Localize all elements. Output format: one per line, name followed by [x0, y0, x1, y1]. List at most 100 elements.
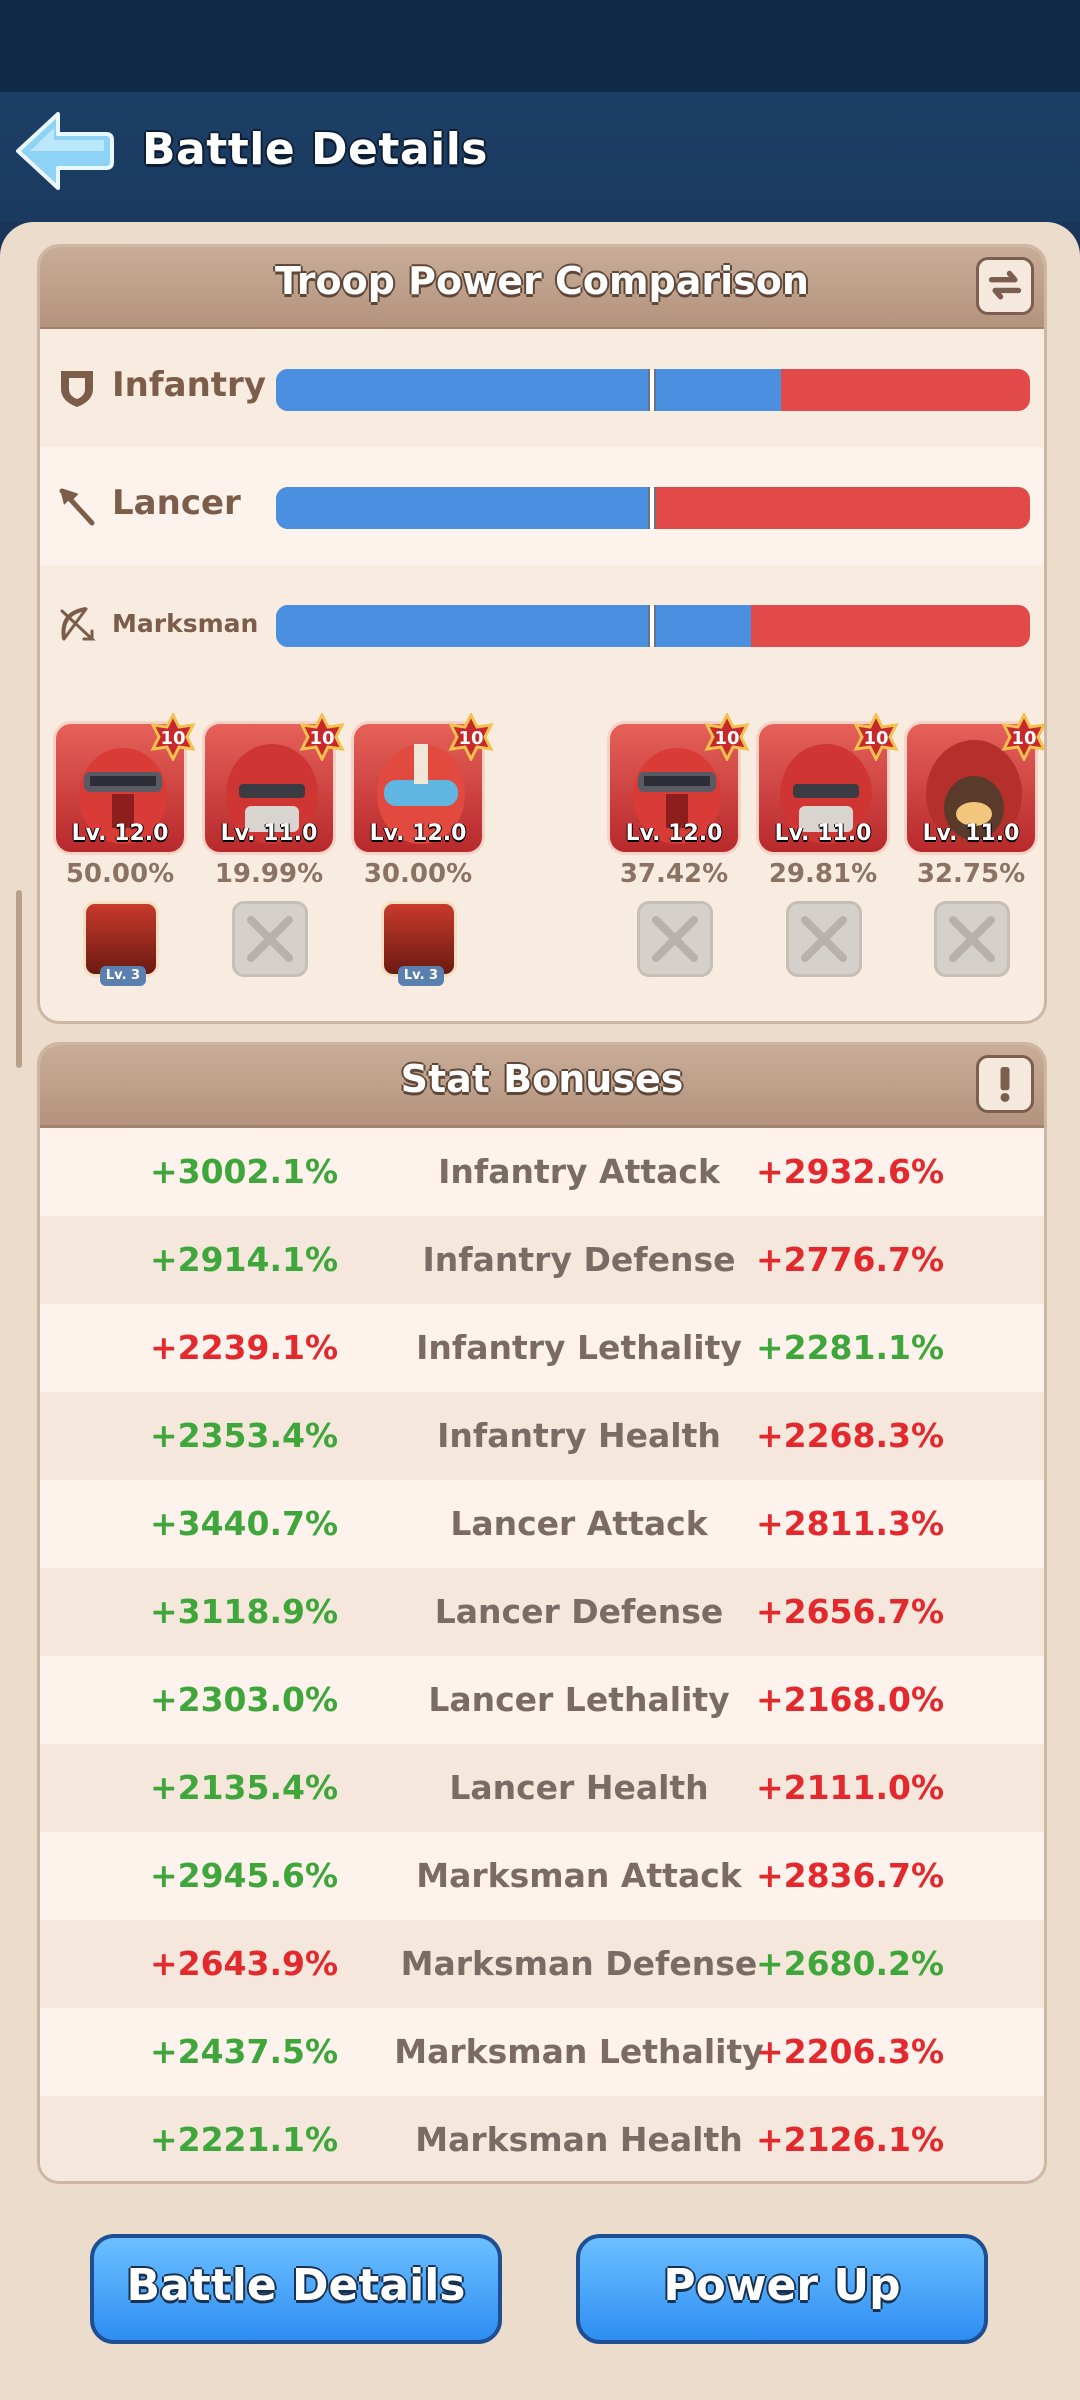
ally-stat-value: +2437.5%: [149, 2032, 339, 2071]
enemy-stat-value: +2836.7%: [755, 1856, 945, 1895]
empty-equipment-slot[interactable]: [786, 901, 862, 977]
stat-row: +2914.1% Infantry Defense +2776.7%: [40, 1216, 1044, 1304]
empty-equipment-slot[interactable]: [232, 901, 308, 977]
star-badge-icon: 10: [448, 713, 494, 761]
ally-stat-value: +2239.1%: [149, 1328, 339, 1367]
scrollbar[interactable]: [16, 890, 22, 1068]
star-count: 10: [458, 728, 483, 749]
ally-stat-value: +2945.6%: [149, 1856, 339, 1895]
battle-details-button[interactable]: Battle Details: [90, 2234, 502, 2344]
enemy-stat-value: +2168.0%: [755, 1680, 945, 1719]
stat-row: +2643.9% Marksman Defense +2680.2%: [40, 1920, 1044, 2008]
bar-midpoint: [648, 605, 656, 647]
enemy-stat-value: +2206.3%: [755, 2032, 945, 2071]
ally-stat-value: +2303.0%: [149, 1680, 339, 1719]
star-badge-icon: 10: [1001, 713, 1044, 761]
enemy-stat-value: +2268.3%: [755, 1416, 945, 1455]
equipment-slot[interactable]: Lv. 3: [83, 901, 159, 986]
ally-stat-value: +2353.4%: [149, 1416, 339, 1455]
power-bar: [276, 487, 1030, 529]
hero-level: Lv. 11.0: [922, 821, 1020, 846]
bow-icon: [60, 607, 96, 641]
power-up-button[interactable]: Power Up: [576, 2234, 988, 2344]
stat-row: +2437.5% Marksman Lethality +2206.3%: [40, 2008, 1044, 2096]
equipment-slot[interactable]: Lv. 3: [381, 901, 457, 986]
enemy-stat-value: +2776.7%: [755, 1240, 945, 1279]
hero-percent: 29.81%: [768, 859, 878, 889]
troop-row-lancer: Lancer: [40, 447, 1044, 565]
button-label: Battle Details: [126, 2260, 466, 2311]
star-count: 10: [1011, 728, 1036, 749]
stat-row: +2303.0% Lancer Lethality +2168.0%: [40, 1656, 1044, 1744]
hero-level: Lv. 12.0: [625, 821, 723, 846]
enemy-stat-value: +2932.6%: [755, 1152, 945, 1191]
star-count: 10: [160, 728, 185, 749]
enemy-stat-value: +2111.0%: [755, 1768, 945, 1807]
swap-button[interactable]: [976, 257, 1034, 315]
stat-row: +2221.1% Marksman Health +2126.1%: [40, 2096, 1044, 2181]
enemy-stat-value: +2281.1%: [755, 1328, 945, 1367]
header: Battle Details: [0, 92, 1080, 222]
stat-row: +3118.9% Lancer Defense +2656.7%: [40, 1568, 1044, 1656]
back-arrow-icon[interactable]: [14, 110, 114, 192]
hero-percent: 32.75%: [916, 859, 1026, 889]
troop-label: Infantry: [112, 365, 266, 405]
crossed-swords-icon: [949, 916, 995, 962]
ally-share: [276, 369, 782, 411]
gear-level: Lv. 3: [100, 966, 146, 986]
enemy-stat-value: +2811.3%: [755, 1504, 945, 1543]
bar-midpoint: [648, 369, 656, 411]
crossed-swords-icon: [247, 916, 293, 962]
panel-title: Troop Power Comparison: [275, 259, 809, 303]
enemy-stat-value: +2680.2%: [755, 1944, 945, 1983]
enemy-stat-value: +2126.1%: [755, 2120, 945, 2159]
star-count: 10: [863, 728, 888, 749]
gear-level: Lv. 3: [398, 966, 444, 986]
status-bar: [0, 0, 1080, 92]
stat-row: +3002.1% Infantry Attack +2932.6%: [40, 1128, 1044, 1216]
hero-percent: 37.42%: [619, 859, 729, 889]
ally-stat-value: +2221.1%: [149, 2120, 339, 2159]
empty-equipment-slot[interactable]: [637, 901, 713, 977]
star-badge-icon: 10: [853, 713, 899, 761]
info-button[interactable]: [976, 1055, 1034, 1113]
hero-level: Lv. 12.0: [71, 821, 169, 846]
troop-power-panel: Troop Power Comparison Infantry Lancer M…: [37, 244, 1047, 1024]
hero-percent: 19.99%: [214, 859, 324, 889]
shield-icon: [61, 371, 93, 407]
ally-stat-value: +2135.4%: [149, 1768, 339, 1807]
hero-level: Lv. 11.0: [774, 821, 872, 846]
hero-percent: 30.00%: [363, 859, 473, 889]
panel-header: Troop Power Comparison: [40, 247, 1044, 330]
star-badge-icon: 10: [150, 713, 196, 761]
hero-level: Lv. 11.0: [220, 821, 318, 846]
ally-stat-value: +3002.1%: [149, 1152, 339, 1191]
swap-icon: [988, 270, 1022, 300]
troop-label: Marksman: [112, 609, 259, 638]
page-title: Battle Details: [142, 124, 488, 175]
ally-stat-value: +2643.9%: [149, 1944, 339, 1983]
ally-share: [276, 605, 752, 647]
troop-row-infantry: Infantry: [40, 329, 1044, 447]
troop-label: Lancer: [112, 483, 241, 523]
star-badge-icon: 10: [299, 713, 345, 761]
lance-icon: [59, 488, 95, 526]
stat-row: +3440.7% Lancer Attack +2811.3%: [40, 1480, 1044, 1568]
panel-header: Stat Bonuses: [40, 1045, 1044, 1128]
hero-percent: 50.00%: [65, 859, 175, 889]
stat-row: +2353.4% Infantry Health +2268.3%: [40, 1392, 1044, 1480]
crossed-swords-icon: [801, 916, 847, 962]
ally-share: [276, 487, 653, 529]
enemy-stat-value: +2656.7%: [755, 1592, 945, 1631]
stat-row: +2135.4% Lancer Health +2111.0%: [40, 1744, 1044, 1832]
star-badge-icon: 10: [704, 713, 750, 761]
empty-equipment-slot[interactable]: [934, 901, 1010, 977]
ally-stat-value: +3118.9%: [149, 1592, 339, 1631]
hero-level: Lv. 12.0: [369, 821, 467, 846]
troop-row-marksman: Marksman: [40, 565, 1044, 683]
stat-row: +2945.6% Marksman Attack +2836.7%: [40, 1832, 1044, 1920]
star-count: 10: [714, 728, 739, 749]
stat-row: +2239.1% Infantry Lethality +2281.1%: [40, 1304, 1044, 1392]
button-label: Power Up: [663, 2260, 901, 2311]
star-count: 10: [309, 728, 334, 749]
